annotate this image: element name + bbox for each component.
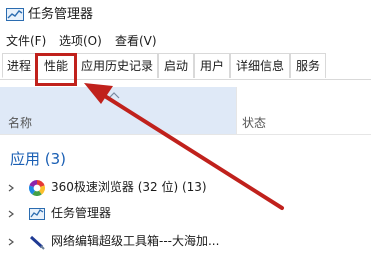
name-column-header[interactable]: 名称: [0, 87, 236, 134]
column-status[interactable]: 状态: [242, 114, 266, 131]
list-item[interactable]: 360极速浏览器 (32 位) (13): [0, 176, 371, 200]
pen-icon: [29, 235, 45, 250]
tab-app-history[interactable]: 应用历史记录: [76, 53, 158, 78]
app-name: 网络编辑超级工具箱---大海加...: [51, 234, 220, 248]
browser-icon: [29, 180, 45, 196]
menu-file[interactable]: 文件(F): [6, 33, 46, 49]
tab-label: 应用历史记录: [80, 59, 153, 73]
tab-startup[interactable]: 启动: [158, 53, 194, 78]
header-divider: [0, 134, 371, 135]
task-manager-app-icon: [6, 8, 24, 21]
window-title: 任务管理器: [28, 7, 94, 22]
highlight-box: [35, 53, 77, 86]
tab-label: 进程: [6, 59, 31, 73]
tab-processes[interactable]: 进程: [2, 53, 36, 78]
chevron-right-icon[interactable]: [8, 238, 14, 246]
tab-details[interactable]: 详细信息: [230, 53, 290, 78]
tab-label: 服务: [295, 59, 320, 73]
app-name: 360极速浏览器 (32 位) (13): [51, 180, 207, 194]
chevron-right-icon[interactable]: [8, 210, 14, 218]
tab-services[interactable]: 服务: [290, 53, 326, 78]
title-bar: 任务管理器: [0, 0, 371, 30]
list-item[interactable]: 网络编辑超级工具箱---大海加...: [0, 230, 371, 254]
menu-options[interactable]: 选项(O): [59, 33, 102, 49]
chevron-right-icon[interactable]: [8, 184, 14, 192]
sort-up-icon: [108, 92, 120, 99]
column-name: 名称: [8, 116, 33, 130]
menu-view[interactable]: 查看(V): [115, 33, 157, 49]
tab-label: 详细信息: [235, 59, 284, 73]
app-name: 任务管理器: [51, 206, 112, 220]
tab-label: 启动: [163, 59, 188, 73]
task-manager-icon: [29, 208, 45, 220]
column-divider[interactable]: [236, 87, 237, 134]
menu-bar: 文件(F) 选项(O) 查看(V): [0, 31, 371, 51]
tab-label: 用户: [199, 59, 224, 73]
column-header: 名称 状态: [0, 87, 371, 134]
tab-users[interactable]: 用户: [194, 53, 230, 78]
list-item[interactable]: 任务管理器: [0, 202, 371, 226]
apps-group-title: 应用 (3): [10, 150, 67, 168]
